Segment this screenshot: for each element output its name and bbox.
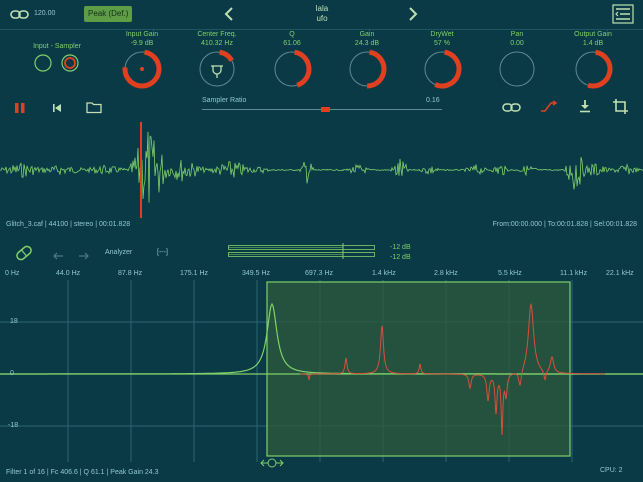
input-gain-value: -9.9 dB — [130, 40, 154, 47]
app-window: 120.00 Peak (Def.) lala ufo Input - Samp… — [0, 0, 643, 482]
tempo-value[interactable]: 120.00 — [34, 10, 55, 17]
output-gain-value: 1.4 dB — [582, 40, 604, 47]
y-label-minus-18: -18 — [8, 422, 19, 429]
link-icon[interactable] — [10, 8, 30, 20]
top-divider — [0, 29, 643, 30]
pan-label: Pan — [510, 31, 524, 38]
freq-label-3: 175.1 Hz — [180, 270, 209, 277]
sampler-ratio-slider-handle[interactable] — [321, 107, 330, 112]
output-gain-label: Output Gain — [574, 31, 612, 38]
sampler-ratio-label: Sampler Ratio — [202, 97, 247, 104]
input-sampler-label: Input - Sampler — [33, 43, 81, 50]
filter-info: Filter 1 of 16 | Fc 406.6 | Q 61.1 | Pea… — [6, 469, 159, 476]
analyzer-bracket[interactable]: [---] — [157, 249, 168, 256]
freq-label-1: 44.0 Hz — [56, 270, 81, 277]
drywet-knob[interactable] — [421, 48, 463, 95]
freq-label-7: 2.8 kHz — [434, 270, 458, 277]
freq-label-10: 22.1 kHz — [606, 270, 634, 277]
preset-bank-name: lala — [315, 4, 329, 13]
download-icon[interactable] — [578, 99, 592, 113]
level-meters — [228, 243, 378, 259]
pan-value: 0.00 — [510, 40, 524, 47]
center-freq-label: Center Freq. — [197, 31, 237, 38]
meter-top-value: -12 dB — [390, 244, 411, 251]
input-gain-label: Input Gain — [125, 31, 159, 38]
pause-icon[interactable] — [14, 101, 26, 113]
q-label: Q — [289, 31, 295, 38]
link-pill-icon[interactable] — [14, 244, 34, 262]
gain-value: 24.3 dB — [354, 40, 380, 47]
redo-arrow-icon[interactable] — [78, 248, 90, 260]
previous-preset-icon[interactable] — [222, 6, 236, 22]
eq-graph[interactable] — [0, 280, 643, 462]
freq-label-6: 1.4 kHz — [372, 270, 396, 277]
crop-icon[interactable] — [613, 99, 628, 114]
center-freq-value: 410.32 Hz — [201, 40, 233, 47]
selection-info: From:00:00.000 | To:00:01.828 | Sel:00:0… — [492, 221, 637, 228]
shuffle-icon[interactable] — [540, 100, 558, 114]
freq-label-4: 349.5 Hz — [242, 270, 271, 277]
y-label-18: 18 — [10, 318, 18, 325]
waveform-area[interactable] — [0, 120, 643, 220]
drywet-value: 57 % — [434, 40, 450, 47]
input-toggle[interactable] — [34, 54, 52, 72]
file-info: Glitch_3.caf | 44100 | stereo | 00:01.82… — [6, 221, 131, 228]
undo-arrow-icon[interactable] — [52, 248, 64, 260]
waveform-svg[interactable] — [0, 120, 643, 220]
meter-bottom-value: -12 dB — [390, 254, 411, 261]
q-value: 61.06 — [283, 40, 301, 47]
sampler-toggle[interactable] — [61, 54, 79, 72]
freq-label-0: 0 Hz — [5, 270, 20, 277]
freq-label-5: 697.3 Hz — [305, 270, 334, 277]
q-knob[interactable] — [271, 48, 313, 95]
y-label-0: 0 — [10, 370, 14, 377]
preset-name: ufo — [316, 14, 328, 23]
freq-label-2: 87.8 Hz — [118, 270, 143, 277]
pan-knob[interactable] — [496, 48, 538, 95]
folder-icon[interactable] — [86, 100, 102, 114]
skip-to-start-icon[interactable] — [51, 101, 63, 113]
center-freq-knob[interactable] — [196, 48, 238, 95]
filter-handle[interactable] — [259, 456, 285, 468]
freq-label-9: 11.1 kHz — [560, 270, 588, 277]
preset-button[interactable]: Peak (Def.) — [84, 6, 133, 22]
cpu-usage: CPU: 2 — [600, 467, 623, 474]
sampler-ratio-value: 0.16 — [426, 97, 440, 104]
output-gain-knob[interactable] — [572, 48, 614, 95]
freq-label-8: 5.5 kHz — [498, 270, 522, 277]
next-preset-icon[interactable] — [406, 6, 420, 22]
analyzer-label[interactable]: Analyzer — [105, 249, 132, 256]
input-gain-knob[interactable] — [121, 48, 163, 95]
waveform-trace — [0, 131, 643, 203]
eq-graph-svg[interactable] — [0, 280, 643, 462]
menu-icon[interactable] — [612, 4, 634, 24]
loop-link-icon[interactable] — [502, 101, 522, 113]
gain-knob[interactable] — [346, 48, 388, 95]
drywet-label: DryWet — [430, 31, 454, 38]
gain-label: Gain — [359, 31, 375, 38]
